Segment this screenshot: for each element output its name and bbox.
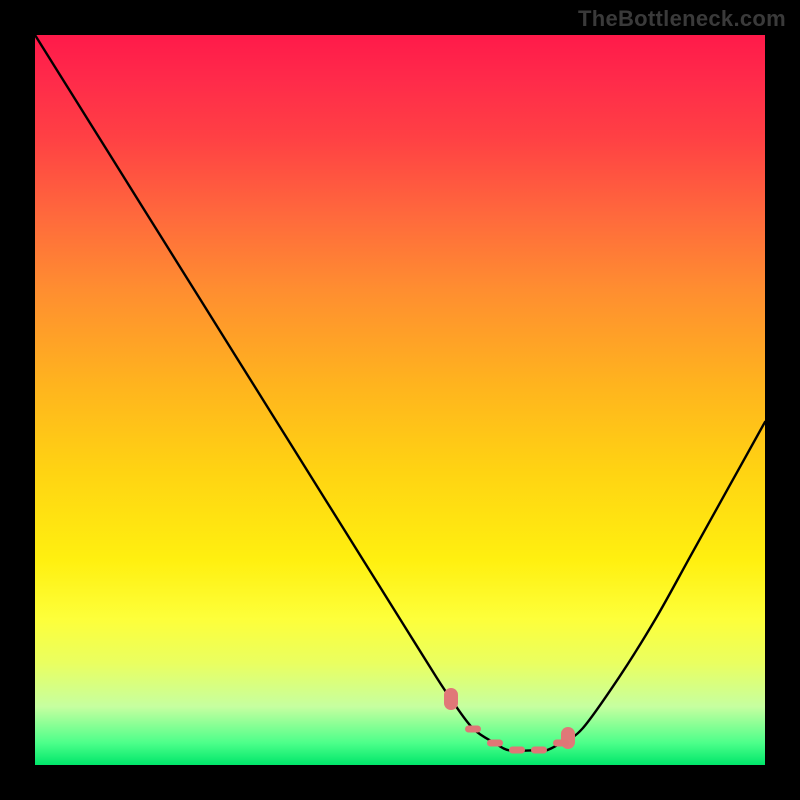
- optimal-dash: [531, 747, 547, 754]
- optimal-range-markers: [35, 35, 765, 765]
- watermark-text: TheBottleneck.com: [578, 6, 786, 32]
- optimal-dash: [487, 740, 503, 747]
- chart-frame: TheBottleneck.com: [0, 0, 800, 800]
- optimal-marker-left: [444, 688, 458, 710]
- optimal-dash: [553, 740, 569, 747]
- optimal-dash: [465, 725, 481, 732]
- optimal-dash: [509, 747, 525, 754]
- plot-area: [35, 35, 765, 765]
